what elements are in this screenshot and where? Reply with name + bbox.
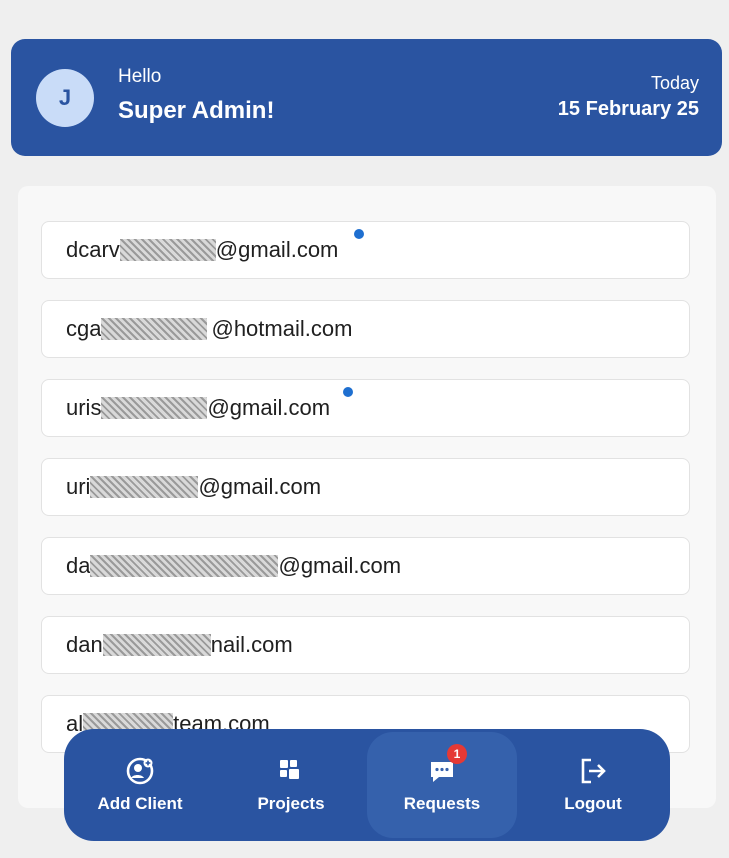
- client-email-suffix: @gmail.com: [215, 237, 339, 262]
- unread-dot-indicator: [354, 229, 364, 239]
- nav-label-logout: Logout: [564, 794, 622, 813]
- client-list-panel: dcarv @gmail.com cga @hotmail.com uris @gma…: [18, 186, 716, 808]
- greeting: Hello: [118, 66, 162, 87]
- client-email-suffix: @gmail.com: [207, 395, 331, 420]
- today-label: Today: [650, 73, 699, 93]
- nav-label-requests: Requests: [403, 794, 481, 813]
- client-item[interactable]: uris @gmail.com: [41, 379, 690, 437]
- nav-requests[interactable]: 1 Requests: [367, 732, 517, 838]
- logout-icon: [578, 756, 608, 786]
- client-email-suffix: @gmail.com: [198, 474, 322, 499]
- add-user-icon: [125, 756, 155, 786]
- current-date: 15 February 25: [557, 98, 699, 120]
- nav-label-projects: Projects: [257, 794, 325, 813]
- client-email-prefix: uri: [66, 474, 91, 499]
- redaction-mask: [101, 397, 208, 419]
- avatar[interactable]: J: [36, 69, 94, 127]
- client-email-prefix: da: [66, 553, 91, 578]
- chat-bubble-icon: 1: [427, 744, 467, 786]
- unread-dot-indicator: [343, 387, 353, 397]
- user-name: Super Admin!: [118, 97, 275, 124]
- client-email-prefix: dan: [66, 632, 103, 657]
- nav-label-add-client: Add Client: [97, 794, 183, 813]
- redaction-mask: [101, 318, 208, 340]
- client-email-prefix: uris: [66, 395, 102, 420]
- redaction-mask: [102, 634, 211, 656]
- client-email-suffix: @hotmail.com: [211, 316, 353, 341]
- client-email-prefix: dcarv: [66, 237, 120, 262]
- grid-icon: [276, 756, 306, 786]
- client-item[interactable]: da @gmail.com: [41, 537, 690, 595]
- client-item[interactable]: dcarv @gmail.com: [41, 221, 690, 279]
- redaction-mask: [119, 239, 216, 261]
- redaction-mask: [90, 555, 279, 577]
- nav-logout[interactable]: Logout: [518, 729, 668, 841]
- notification-badge: 1: [447, 744, 467, 764]
- header-card: J Hello Super Admin! Today 15 February 2…: [11, 39, 722, 156]
- client-item[interactable]: dan nail.com: [41, 616, 690, 674]
- client-email-suffix: nail.com: [210, 632, 293, 657]
- redaction-mask: [90, 476, 199, 498]
- bottom-nav: Add Client Projects 1 Requests Logout: [64, 729, 670, 841]
- client-item[interactable]: cga @hotmail.com: [41, 300, 690, 358]
- nav-add-client[interactable]: Add Client: [65, 729, 215, 841]
- client-item[interactable]: uri @gmail.com: [41, 458, 690, 516]
- client-email-suffix: @gmail.com: [278, 553, 402, 578]
- nav-projects[interactable]: Projects: [216, 729, 366, 841]
- client-email-prefix: cga: [66, 316, 102, 341]
